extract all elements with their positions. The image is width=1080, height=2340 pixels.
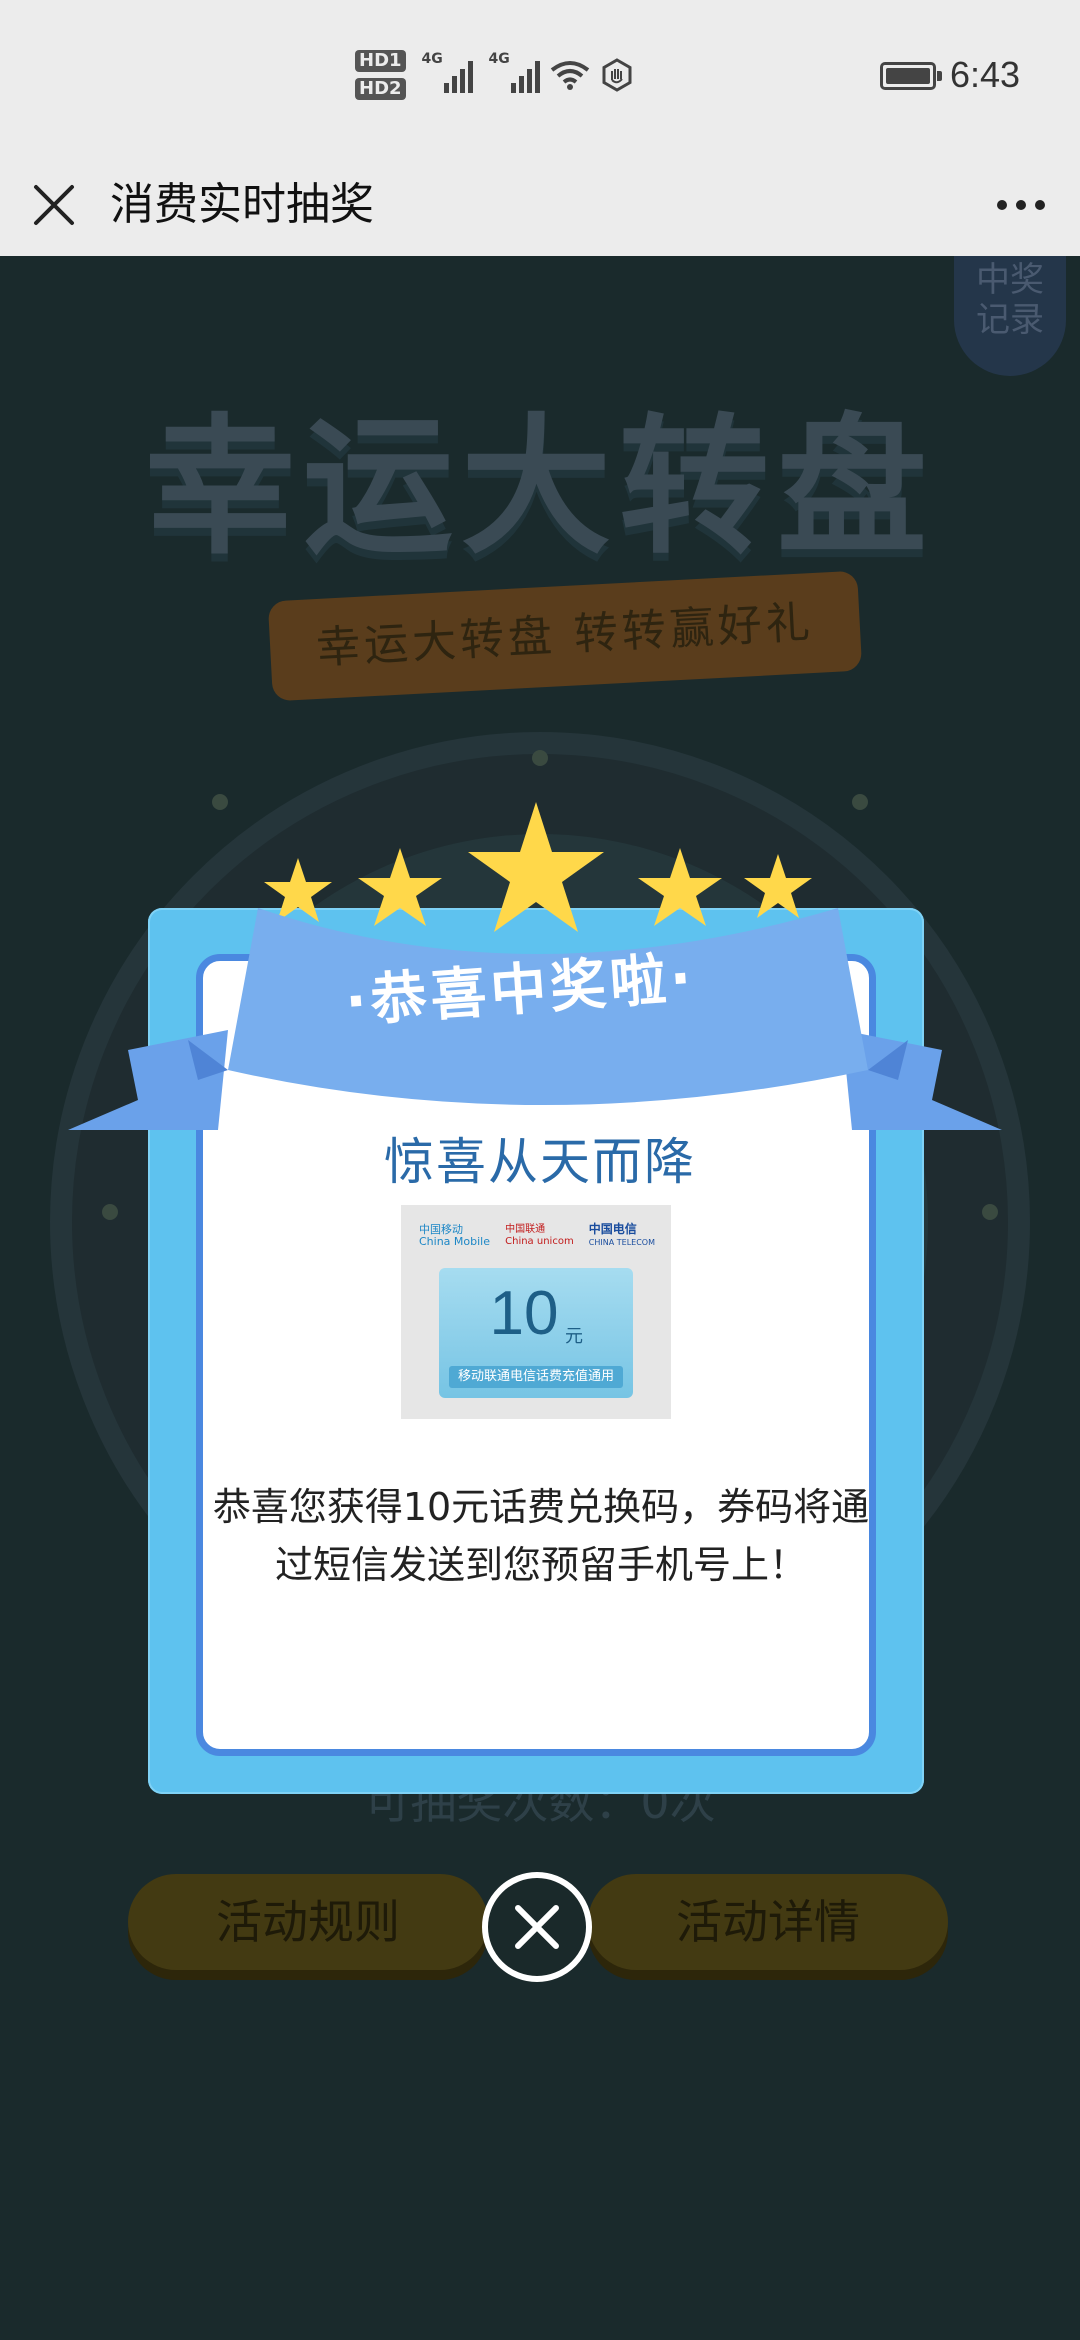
hand-hexagon-icon bbox=[602, 58, 632, 92]
dot-icon bbox=[997, 200, 1007, 210]
hd-indicators: HD1 HD2 bbox=[355, 50, 406, 100]
lucky-wheel-title: 幸运大转盘 bbox=[144, 401, 935, 575]
close-modal-icon[interactable] bbox=[482, 1872, 592, 1982]
close-icon[interactable] bbox=[26, 177, 82, 233]
voucher-image: 中国移动 China Mobile 中国联通 China unicom 中国电信 CH… bbox=[401, 1205, 671, 1419]
clock: 6:43 bbox=[950, 54, 1021, 95]
china-telecom-logo: 中国电信 CHINA TELECOM bbox=[588, 1222, 655, 1248]
voucher-card: 10 元 移动联通电信话费充值通用 bbox=[439, 1268, 633, 1398]
china-mobile-logo: 中国移动 China Mobile bbox=[419, 1223, 491, 1248]
wifi-icon bbox=[550, 61, 589, 90]
signal-2-icon: 4G bbox=[489, 51, 540, 93]
status-icons: HD1 HD2 4G 4G bbox=[355, 45, 634, 105]
modal-heading: 惊喜从天而降 bbox=[384, 1133, 696, 1191]
page-title: 消费实时抽奖 bbox=[110, 179, 374, 230]
status-bar: HD1 HD2 4G 4G 6:43 bbox=[0, 0, 1080, 155]
dot-icon bbox=[1016, 200, 1026, 210]
hd-1-icon: HD1 bbox=[355, 50, 406, 72]
voucher-amount: 10 bbox=[489, 1279, 559, 1348]
nav-bar: 消费实时抽奖 bbox=[0, 155, 1080, 257]
carrier-logos: 中国移动 China Mobile 中国联通 China unicom 中国电信 CH… bbox=[419, 1217, 655, 1255]
dot-icon bbox=[1035, 200, 1045, 210]
voucher-unit: 元 bbox=[565, 1326, 583, 1347]
more-options-button[interactable] bbox=[986, 177, 1056, 233]
details-button[interactable]: 活动详情 bbox=[588, 1874, 948, 1970]
rules-button[interactable]: 活动规则 bbox=[128, 1874, 488, 1970]
china-unicom-logo: 中国联通 China unicom bbox=[505, 1224, 574, 1247]
voucher-note: 移动联通电信话费充值通用 bbox=[449, 1366, 623, 1388]
signal-1-icon: 4G bbox=[422, 51, 473, 93]
hd-2-icon: HD2 bbox=[355, 78, 406, 100]
prize-message: 恭喜您获得10元话费兑换码，券码将通过短信发送到您预留手机号上！ bbox=[212, 1485, 870, 1587]
lucky-wheel-subtitle: 幸运大转盘 转转赢好礼 bbox=[267, 570, 863, 702]
battery-icon bbox=[880, 62, 942, 90]
prize-record-button[interactable]: 中奖 记录 bbox=[954, 256, 1066, 376]
